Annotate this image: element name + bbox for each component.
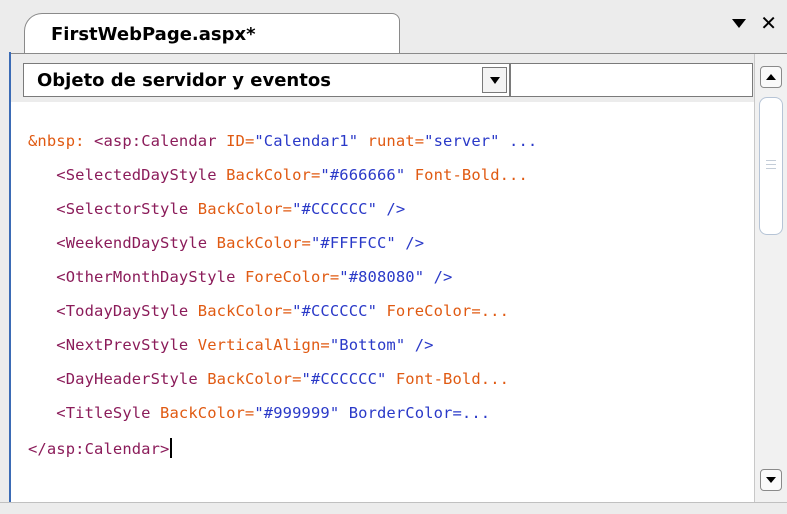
- code-token: <TitleSyle: [28, 404, 161, 422]
- code-editor-window: FirstWebPage.aspx* ✕ Objeto de servidor …: [0, 0, 787, 514]
- tab-title: FirstWebPage.aspx*: [51, 24, 256, 45]
- code-token: BackColor=: [197, 200, 293, 218]
- code-token: BackColor=: [160, 404, 255, 422]
- code-line[interactable]: <NextPrevStyle VerticalAlign="Bottom" />: [28, 336, 434, 354]
- code-line[interactable]: <OtherMonthDayStyle ForeColor="#808080" …: [28, 268, 452, 286]
- vertical-scrollbar[interactable]: [754, 54, 787, 502]
- code-token: ForeColor=: [244, 268, 340, 286]
- object-events-select-value: Objeto de servidor y eventos: [37, 70, 331, 91]
- scrollbar-thumb[interactable]: [759, 97, 783, 235]
- member-search-input[interactable]: [510, 63, 753, 97]
- code-token: "#999999": [254, 404, 349, 422]
- chevron-down-icon: [766, 477, 776, 483]
- code-token: BackColor=: [207, 370, 302, 388]
- code-line[interactable]: <WeekendDayStyle BackColor="#FFFFCC" />: [28, 234, 424, 252]
- code-line[interactable]: <TitleSyle BackColor="#999999" BorderCol…: [28, 404, 490, 422]
- code-token: <SelectedDayStyle: [28, 166, 227, 184]
- code-line[interactable]: <SelectorStyle BackColor="#CCCCCC" />: [28, 200, 405, 218]
- select-dropdown-button[interactable]: [482, 67, 507, 93]
- code-token: "#808080" />: [339, 268, 453, 286]
- code-token: "#CCCCCC" />: [292, 200, 406, 218]
- code-token: "Calendar1": [254, 132, 368, 150]
- code-editor-area[interactable]: &nbsp: <asp:Calendar ID="Calendar1" runa…: [11, 102, 754, 502]
- code-token: "#CCCCCC": [292, 302, 387, 320]
- editor-toolbar: Objeto de servidor y eventos: [11, 54, 787, 102]
- code-token: <OtherMonthDayStyle: [28, 268, 245, 286]
- grip-line: [766, 160, 776, 161]
- code-token: "#FFFFCC" />: [310, 234, 425, 252]
- close-icon[interactable]: ✕: [760, 13, 777, 33]
- code-token: Font-Bold...: [395, 370, 510, 388]
- code-token: <WeekendDayStyle: [28, 234, 217, 252]
- code-line[interactable]: <DayHeaderStyle BackColor="#CCCCCC" Font…: [28, 370, 509, 388]
- code-token: Font-Bold...: [414, 166, 528, 184]
- code-token: "#666666": [320, 166, 415, 184]
- grip-line: [766, 168, 776, 169]
- code-token: BackColor=: [216, 234, 311, 252]
- code-line[interactable]: <SelectedDayStyle BackColor="#666666" Fo…: [28, 166, 528, 184]
- code-line[interactable]: </asp:Calendar>: [28, 438, 173, 458]
- code-token: </asp:Calendar>: [28, 440, 170, 458]
- code-token: BackColor=: [197, 302, 293, 320]
- code-token: ID=: [226, 132, 255, 150]
- code-token: VerticalAlign=: [197, 336, 330, 354]
- code-token: &nbsp:: [28, 132, 95, 150]
- code-line[interactable]: <TodayDayStyle BackColor="#CCCCCC" ForeC…: [28, 302, 509, 320]
- dropdown-triangle-icon[interactable]: [732, 18, 747, 28]
- code-token: <asp:Calendar: [94, 132, 227, 150]
- panel-controls: ✕: [732, 12, 777, 34]
- code-token: BackColor=: [226, 166, 321, 184]
- code-token: <NextPrevStyle: [28, 336, 198, 354]
- code-token: <DayHeaderStyle: [28, 370, 208, 388]
- scroll-down-button[interactable]: [760, 469, 782, 491]
- code-token: "Bottom" />: [329, 336, 434, 354]
- scroll-up-button[interactable]: [760, 66, 782, 88]
- code-token: "server" ...: [424, 132, 538, 150]
- chevron-down-icon: [489, 76, 500, 84]
- chevron-up-icon: [766, 74, 776, 80]
- object-events-select[interactable]: Objeto de servidor y eventos: [23, 63, 510, 97]
- code-token: "#CCCCCC": [301, 370, 396, 388]
- grip-line: [766, 164, 776, 165]
- window-bottom-edge: [0, 502, 787, 514]
- text-caret: [170, 438, 173, 458]
- code-token: runat=: [367, 132, 425, 150]
- code-token: <TodayDayStyle: [28, 302, 198, 320]
- code-token: BorderColor=...: [348, 404, 491, 422]
- code-token: <SelectorStyle: [28, 200, 198, 218]
- tab-first-web-page[interactable]: FirstWebPage.aspx*: [24, 13, 400, 54]
- code-token: ForeColor=...: [386, 302, 510, 320]
- code-line[interactable]: &nbsp: <asp:Calendar ID="Calendar1" runa…: [28, 132, 537, 150]
